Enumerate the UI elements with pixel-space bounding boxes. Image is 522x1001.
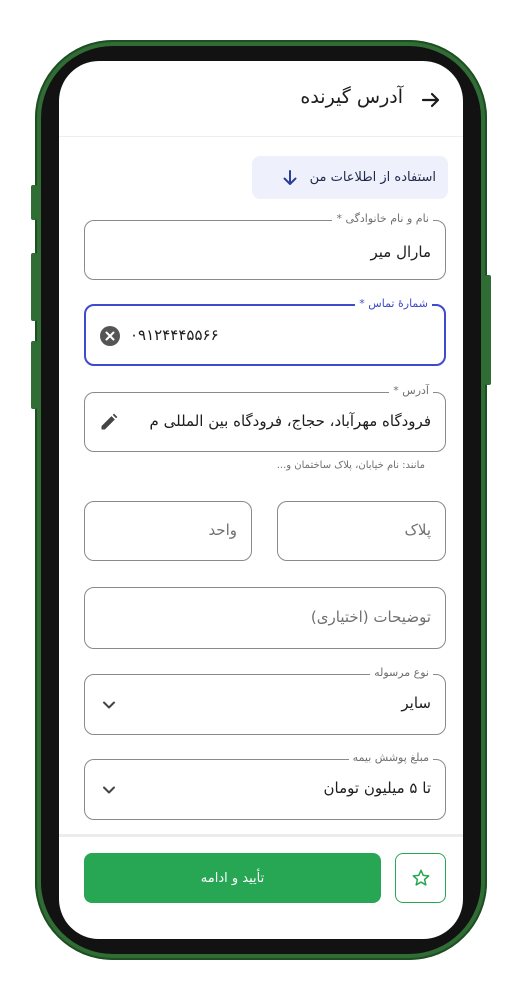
- use-my-info-button[interactable]: استفاده از اطلاعات من: [252, 156, 448, 199]
- phone-field-value: ۰۹۱۲۴۴۴۵۵۶۶: [130, 326, 219, 344]
- chevron-down-icon: [103, 786, 115, 794]
- notes-field[interactable]: توضیحات (اختیاری): [84, 587, 446, 649]
- insurance-select[interactable]: مبلغ پوشش بیمه تا ۵ میلیون تومان: [84, 751, 446, 820]
- parcel-type-label: نوع مرسوله: [370, 666, 433, 679]
- arrow-right-back-icon[interactable]: [419, 88, 443, 112]
- phone-field-label: شمارهٔ تماس *: [355, 297, 432, 310]
- confirm-continue-button[interactable]: تأیید و ادامه: [84, 853, 381, 903]
- app-header: آدرس گیرنده: [59, 61, 463, 137]
- chevron-down-icon: [103, 701, 115, 709]
- side-button-2: [31, 253, 37, 321]
- page-title: آدرس گیرنده: [300, 86, 403, 108]
- confirm-label: تأیید و ادامه: [200, 870, 265, 886]
- address-field[interactable]: آدرس * فرودگاه مهرآباد، حجاج، فرودگاه بی…: [84, 384, 446, 452]
- plaque-field[interactable]: پلاک: [277, 501, 446, 561]
- name-field-label: نام و نام خانوادگی *: [332, 212, 433, 225]
- star-icon: [412, 869, 429, 886]
- side-button-1: [31, 185, 37, 220]
- insurance-label: مبلغ پوشش بیمه: [348, 751, 433, 764]
- pencil-edit-icon[interactable]: [99, 412, 119, 432]
- favorite-button[interactable]: [395, 853, 446, 903]
- arrow-down-icon: [283, 169, 297, 185]
- name-field[interactable]: نام و نام خانوادگی * مارال میر: [84, 212, 446, 280]
- parcel-type-select[interactable]: نوع مرسوله سایر: [84, 666, 446, 735]
- insurance-value: تا ۵ میلیون تومان: [323, 779, 431, 797]
- address-helper-text: مانند: نام خیابان، پلاک ساختمان و...: [276, 460, 425, 471]
- app-screen: آدرس گیرنده استفاده از اطلاعات من نام و …: [59, 61, 463, 939]
- phone-field[interactable]: شمارهٔ تماس * ۰۹۱۲۴۴۴۵۵۶۶: [84, 297, 446, 366]
- unit-field[interactable]: واحد: [84, 501, 252, 561]
- clear-input-icon[interactable]: [100, 326, 120, 346]
- address-field-label: آدرس *: [389, 384, 433, 397]
- name-field-value: مارال میر: [370, 243, 431, 261]
- use-my-info-label: استفاده از اطلاعات من: [309, 170, 436, 185]
- footer-divider: [59, 834, 463, 837]
- plaque-placeholder: پلاک: [404, 521, 431, 539]
- notes-placeholder: توضیحات (اختیاری): [310, 608, 431, 626]
- parcel-type-value: سایر: [401, 694, 431, 712]
- power-button: [485, 275, 491, 385]
- side-button-3: [31, 341, 37, 409]
- address-field-value: فرودگاه مهرآباد، حجاج، فرودگاه بین الملل…: [149, 412, 431, 430]
- unit-placeholder: واحد: [208, 521, 237, 539]
